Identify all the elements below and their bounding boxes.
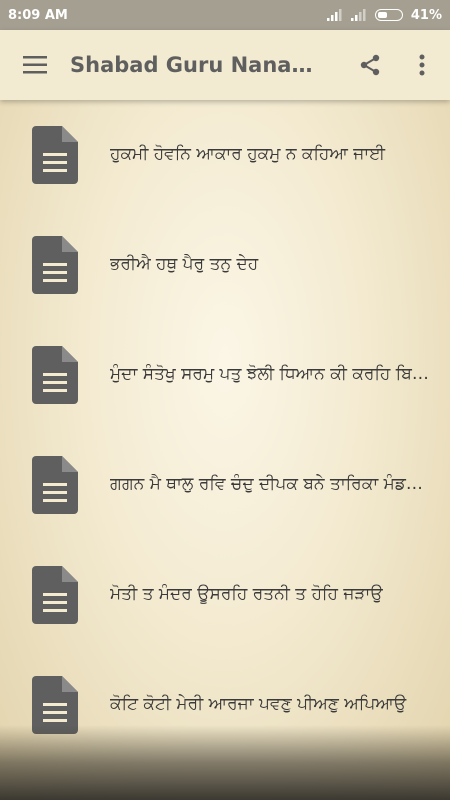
page-title: Shabad Guru Nanak Dev Ji [70,53,318,77]
document-icon [32,566,78,624]
battery-percent: 41% [410,7,442,23]
list-item[interactable]: ਭਰੀਐ ਹਥੁ ਪੈਰੁ ਤਨੁ ਦੇਹ [0,210,450,320]
list-item-label: ਮੋਤੀ ਤ ਮੰਦਰ ਊਸਰਹਿ ਰਤਨੀ ਤ ਹੋਹਿ ਜੜਾਉ [110,584,383,604]
list-item-label: ਭਰੀਐ ਹਥੁ ਪੈਰੁ ਤਨੁ ਦੇਹ [110,254,259,274]
list-item-label: ਗਗਨ ਮੈ ਥਾਲੁ ਰਵਿ ਚੰਦੁ ਦੀਪਕ ਬਨੇ ਤਾਰਿਕਾ ਮੰਡ… [110,474,430,494]
list-item[interactable]: ਕੋਟਿ ਕੋਟੀ ਮੇਰੀ ਆਰਜਾ ਪਵਣੁ ਪੀਅਣੁ ਅਪਿਆਉ [0,650,450,760]
document-icon [32,346,78,404]
status-time: 8:09 AM [8,7,68,23]
status-bar: 8:09 AM 41% [0,0,450,30]
more-options-button[interactable] [402,45,442,85]
document-icon [32,676,78,734]
app-bar: Shabad Guru Nanak Dev Ji [0,30,450,100]
status-icons: 41% [326,7,442,23]
share-icon [360,54,380,76]
document-icon [32,236,78,294]
battery-icon [374,9,403,21]
document-icon [32,456,78,514]
list-item[interactable]: ਹੁਕਮੀ ਹੋਵਨਿ ਆਕਾਰ ਹੁਕਮੁ ਨ ਕਹਿਆ ਜਾਈ [0,100,450,210]
shabad-list: ਹੁਕਮੀ ਹੋਵਨਿ ਆਕਾਰ ਹੁਕਮੁ ਨ ਕਹਿਆ ਜਾਈ ਭਰੀਐ ਹ… [0,100,450,760]
list-item[interactable]: ਮੋਤੀ ਤ ਮੰਦਰ ਊਸਰਹਿ ਰਤਨੀ ਤ ਹੋਹਿ ਜੜਾਉ [0,540,450,650]
menu-button[interactable] [0,30,70,100]
list-item[interactable]: ਗਗਨ ਮੈ ਥਾਲੁ ਰਵਿ ਚੰਦੁ ਦੀਪਕ ਬਨੇ ਤਾਰਿਕਾ ਮੰਡ… [0,430,450,540]
list-item-label: ਕੋਟਿ ਕੋਟੀ ਮੇਰੀ ਆਰਜਾ ਪਵਣੁ ਪੀਅਣੁ ਅਪਿਆਉ [110,694,407,714]
signal-icon-2 [350,9,366,21]
list-item-label: ਹੁਕਮੀ ਹੋਵਨਿ ਆਕਾਰ ਹੁਕਮੁ ਨ ਕਹਿਆ ਜਾਈ [110,144,386,164]
signal-icon [326,9,342,21]
list-item-label: ਮੁੰਦਾ ਸੰਤੋਖੁ ਸਰਮੁ ਪਤੁ ਝੋਲੀ ਧਿਆਨ ਕੀ ਕਰਹਿ … [110,364,430,384]
document-icon [32,126,78,184]
hamburger-menu-icon [23,56,47,74]
more-vert-icon [419,54,425,76]
share-button[interactable] [350,45,390,85]
list-item[interactable]: ਮੁੰਦਾ ਸੰਤੋਖੁ ਸਰਮੁ ਪਤੁ ਝੋਲੀ ਧਿਆਨ ਕੀ ਕਰਹਿ … [0,320,450,430]
